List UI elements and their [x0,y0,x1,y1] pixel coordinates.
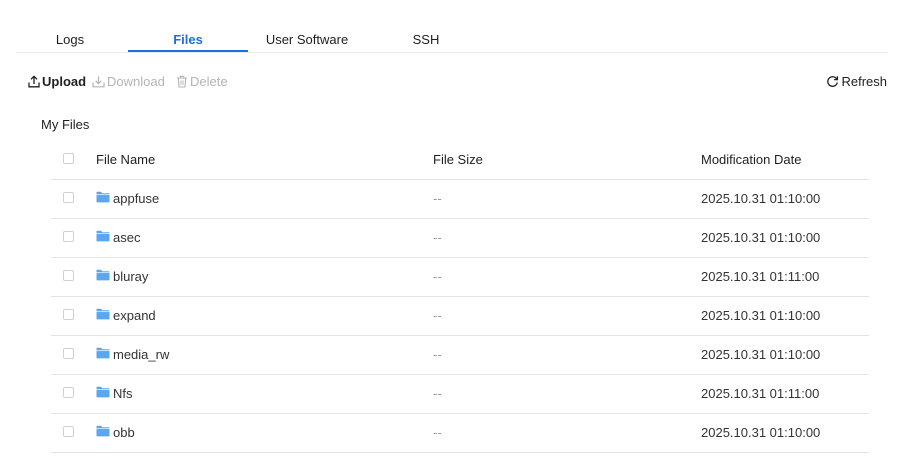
row-checkbox[interactable] [63,387,74,398]
column-header-size[interactable]: File Size [433,152,483,167]
folder-icon [96,386,110,401]
file-name: asec [113,230,141,245]
row-checkbox[interactable] [63,426,74,437]
delete-button[interactable]: Delete [176,74,228,89]
file-name-cell[interactable]: media_rw [96,347,169,362]
file-name: appfuse [113,191,160,206]
file-name: expand [113,308,156,323]
file-name-cell[interactable]: expand [96,308,156,323]
row-checkbox[interactable] [63,309,74,320]
refresh-label: Refresh [841,74,887,89]
refresh-icon [827,76,839,87]
tab-ssh[interactable]: SSH [413,32,440,47]
upload-icon [28,75,40,88]
trash-icon [177,75,187,88]
tab-divider [16,52,888,53]
table-row[interactable]: expand -- 2025.10.31 01:10:00 [51,297,869,336]
table-row[interactable]: media_rw -- 2025.10.31 01:10:00 [51,336,869,375]
folder-icon [96,308,110,323]
file-name: obb [113,425,135,440]
table-row[interactable]: asec -- 2025.10.31 01:10:00 [51,219,869,258]
table-body: appfuse -- 2025.10.31 01:10:00 asec -- 2025.1… [51,180,869,453]
table-row[interactable]: Nfs -- 2025.10.31 01:11:00 [51,375,869,414]
toolbar: Upload Download Delete Refresh [0,74,897,94]
select-all-checkbox[interactable] [63,153,74,164]
modification-date: 2025.10.31 01:10:00 [701,347,821,362]
folder-icon [96,191,110,206]
modification-date: 2025.10.31 01:10:00 [701,191,821,206]
file-size: -- [433,308,442,323]
upload-label: Upload [42,74,87,89]
table-row[interactable]: obb -- 2025.10.31 01:10:00 [51,414,869,453]
file-size: -- [433,425,442,440]
folder-icon [96,425,110,440]
file-name-cell[interactable]: asec [96,230,140,245]
modification-date: 2025.10.31 01:10:00 [701,425,821,440]
table-header: File Name File Size Modification Date [51,141,869,180]
table-row[interactable]: bluray -- 2025.10.31 01:11:00 [51,258,869,297]
table-row[interactable]: appfuse -- 2025.10.31 01:10:00 [51,180,869,219]
column-header-name[interactable]: File Name [96,152,155,167]
row-checkbox[interactable] [63,348,74,359]
upload-button[interactable]: Upload [28,74,86,89]
folder-icon [96,230,110,245]
section-title: My Files [41,117,90,132]
download-icon [92,76,105,88]
tab-bar: Logs Files User Software SSH [0,0,897,54]
modification-date: 2025.10.31 01:11:00 [701,386,820,401]
folder-icon [96,347,110,362]
file-size: -- [433,191,442,206]
download-label: Download [107,74,165,89]
modification-date: 2025.10.31 01:10:00 [701,308,821,323]
modification-date: 2025.10.31 01:11:00 [701,269,820,284]
row-checkbox[interactable] [63,270,74,281]
file-name-cell[interactable]: Nfs [96,386,133,401]
delete-label: Delete [190,74,228,89]
file-name-cell[interactable]: obb [96,425,135,440]
tab-logs[interactable]: Logs [56,32,84,47]
row-checkbox[interactable] [63,192,74,203]
file-name-cell[interactable]: bluray [96,269,148,284]
tab-user-software[interactable]: User Software [266,32,348,47]
file-name: bluray [113,269,149,284]
files-table: File Name File Size Modification Date ap… [51,141,869,453]
download-button[interactable]: Download [92,74,165,89]
modification-date: 2025.10.31 01:10:00 [701,230,821,245]
row-checkbox[interactable] [63,231,74,242]
tab-files[interactable]: Files [173,32,203,47]
file-name-cell[interactable]: appfuse [96,191,159,206]
refresh-button[interactable]: Refresh [826,74,887,89]
file-size: -- [433,386,442,401]
column-header-date[interactable]: Modification Date [701,152,801,167]
file-size: -- [433,230,442,245]
folder-icon [96,269,110,284]
file-name: Nfs [113,386,133,401]
file-size: -- [433,269,442,284]
file-name: media_rw [113,347,170,362]
file-size: -- [433,347,442,362]
